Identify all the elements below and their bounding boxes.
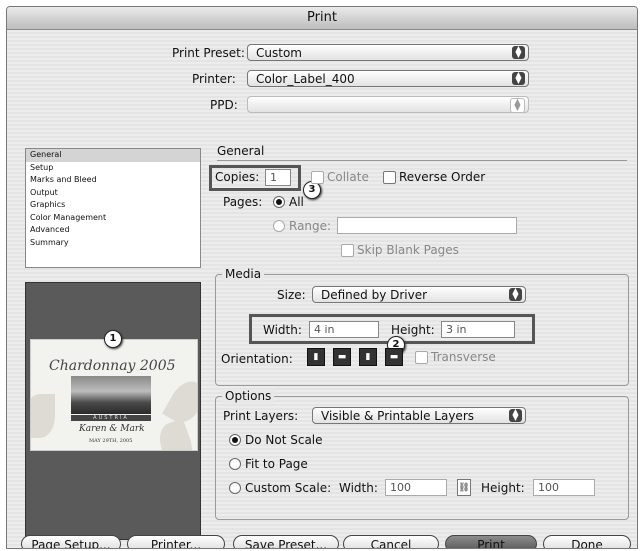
- print-preview: Chardonnay 2005 AUSTRIA Karen & Mark MAY…: [25, 282, 201, 540]
- preview-title: Chardonnay 2005: [49, 358, 176, 374]
- print-layers-popup[interactable]: Visible & Printable Layers ▲ ▼: [312, 407, 526, 424]
- width-label: Width:: [263, 323, 302, 337]
- list-item-general[interactable]: General: [26, 149, 200, 162]
- height-field[interactable]: 3 in: [441, 321, 515, 338]
- reverse-portrait-icon[interactable]: ▮: [359, 348, 377, 366]
- transverse-label: Transverse: [431, 350, 496, 364]
- done-button[interactable]: Done: [543, 535, 631, 548]
- callout-badge-1: 1: [104, 330, 122, 348]
- options-heading: Options: [222, 389, 275, 403]
- landscape-photo: [71, 376, 151, 414]
- list-item-graphics[interactable]: Graphics: [26, 199, 200, 212]
- print-dialog: Print Print Preset: Custom ▲ ▼ Printer: C…: [6, 6, 638, 549]
- custom-scale-radio[interactable]: [229, 482, 241, 494]
- transverse-checkbox[interactable]: [415, 351, 428, 364]
- landscape-icon[interactable]: ▬: [333, 348, 351, 366]
- up-down-arrows-icon: ▲ ▼: [509, 408, 522, 422]
- general-heading: General: [217, 144, 265, 158]
- list-item-setup[interactable]: Setup: [26, 162, 200, 175]
- print-button[interactable]: Print: [445, 535, 537, 548]
- preview-date: MAY 29TH, 2005: [89, 438, 133, 444]
- copies-label: Copies:: [215, 170, 260, 184]
- pages-range-radio[interactable]: [273, 220, 285, 232]
- leaf-decoration: [31, 394, 55, 438]
- print-preset-popup[interactable]: Custom ▲ ▼: [247, 44, 529, 61]
- width-field[interactable]: 4 in: [309, 321, 379, 338]
- collate-checkbox[interactable]: [311, 171, 324, 184]
- category-list[interactable]: General Setup Marks and Bleed Output Gra…: [25, 148, 201, 268]
- skip-blank-label: Skip Blank Pages: [357, 243, 459, 257]
- copies-field[interactable]: 1: [265, 169, 291, 186]
- printer-value: Color_Label_400: [256, 72, 355, 86]
- reverse-order-checkbox[interactable]: [383, 171, 396, 184]
- up-down-arrows-icon: ▲ ▼: [512, 71, 525, 85]
- media-heading: Media: [222, 267, 265, 281]
- printer-button[interactable]: Printer...: [127, 535, 225, 548]
- orientation-label: Orientation:: [221, 352, 293, 366]
- fit-to-page-radio[interactable]: [229, 458, 241, 470]
- fit-to-page-label: Fit to Page: [245, 457, 308, 471]
- save-preset-button[interactable]: Save Preset...: [233, 535, 339, 548]
- up-down-arrows-icon: ▲ ▼: [510, 98, 525, 113]
- printer-label: Printer:: [192, 72, 236, 86]
- portrait-icon[interactable]: ▮: [307, 348, 325, 366]
- cancel-button[interactable]: Cancel: [343, 535, 439, 548]
- pages-all-label: All: [289, 195, 304, 209]
- scale-width-label: Width:: [339, 481, 378, 495]
- ppd-popup[interactable]: ▲ ▼: [247, 96, 529, 113]
- height-label: Height:: [391, 323, 435, 337]
- window-title: Print: [7, 7, 637, 30]
- general-divider: [217, 160, 627, 161]
- reverse-order-label: Reverse Order: [399, 170, 486, 184]
- up-down-arrows-icon: ▲ ▼: [512, 45, 525, 59]
- print-layers-value: Visible & Printable Layers: [321, 409, 474, 423]
- size-popup[interactable]: Defined by Driver ▲ ▼: [312, 286, 526, 303]
- preview-names: Karen & Mark: [79, 424, 145, 434]
- scale-width-field[interactable]: 100: [385, 479, 447, 496]
- skip-blank-checkbox[interactable]: [341, 244, 354, 257]
- dialog-content: Print Preset: Custom ▲ ▼ Printer: Color_L…: [7, 30, 637, 548]
- do-not-scale-radio[interactable]: [229, 434, 241, 446]
- print-preset-value: Custom: [256, 46, 302, 60]
- scale-height-field[interactable]: 100: [533, 479, 595, 496]
- ppd-label: PPD:: [210, 98, 238, 112]
- page-setup-button[interactable]: Page Setup...: [21, 535, 121, 548]
- print-preset-label: Print Preset:: [172, 46, 245, 60]
- preview-band: AUSTRIA: [71, 415, 151, 421]
- pages-range-label: Range:: [289, 219, 332, 233]
- chain-link-icon[interactable]: ⛓: [457, 479, 471, 496]
- reverse-landscape-icon[interactable]: ▬: [385, 348, 403, 366]
- do-not-scale-label: Do Not Scale: [245, 433, 323, 447]
- label-preview: Chardonnay 2005 AUSTRIA Karen & Mark MAY…: [30, 339, 198, 451]
- pages-label: Pages:: [223, 195, 263, 209]
- collate-label: Collate: [327, 170, 369, 184]
- size-value: Defined by Driver: [321, 288, 428, 302]
- list-item-output[interactable]: Output: [26, 187, 200, 200]
- range-field[interactable]: [337, 217, 517, 234]
- list-item-color-management[interactable]: Color Management: [26, 212, 200, 225]
- print-layers-label: Print Layers:: [223, 409, 299, 423]
- custom-scale-label: Custom Scale:: [245, 481, 332, 495]
- size-label: Size:: [277, 288, 306, 302]
- printer-popup[interactable]: Color_Label_400 ▲ ▼: [247, 70, 529, 87]
- list-item-advanced[interactable]: Advanced: [26, 224, 200, 237]
- list-item-marks-and-bleed[interactable]: Marks and Bleed: [26, 174, 200, 187]
- scale-height-label: Height:: [481, 481, 525, 495]
- pages-all-radio[interactable]: [273, 196, 285, 208]
- leaf-decoration: [154, 418, 197, 450]
- list-item-summary[interactable]: Summary: [26, 237, 200, 250]
- up-down-arrows-icon: ▲ ▼: [509, 287, 522, 301]
